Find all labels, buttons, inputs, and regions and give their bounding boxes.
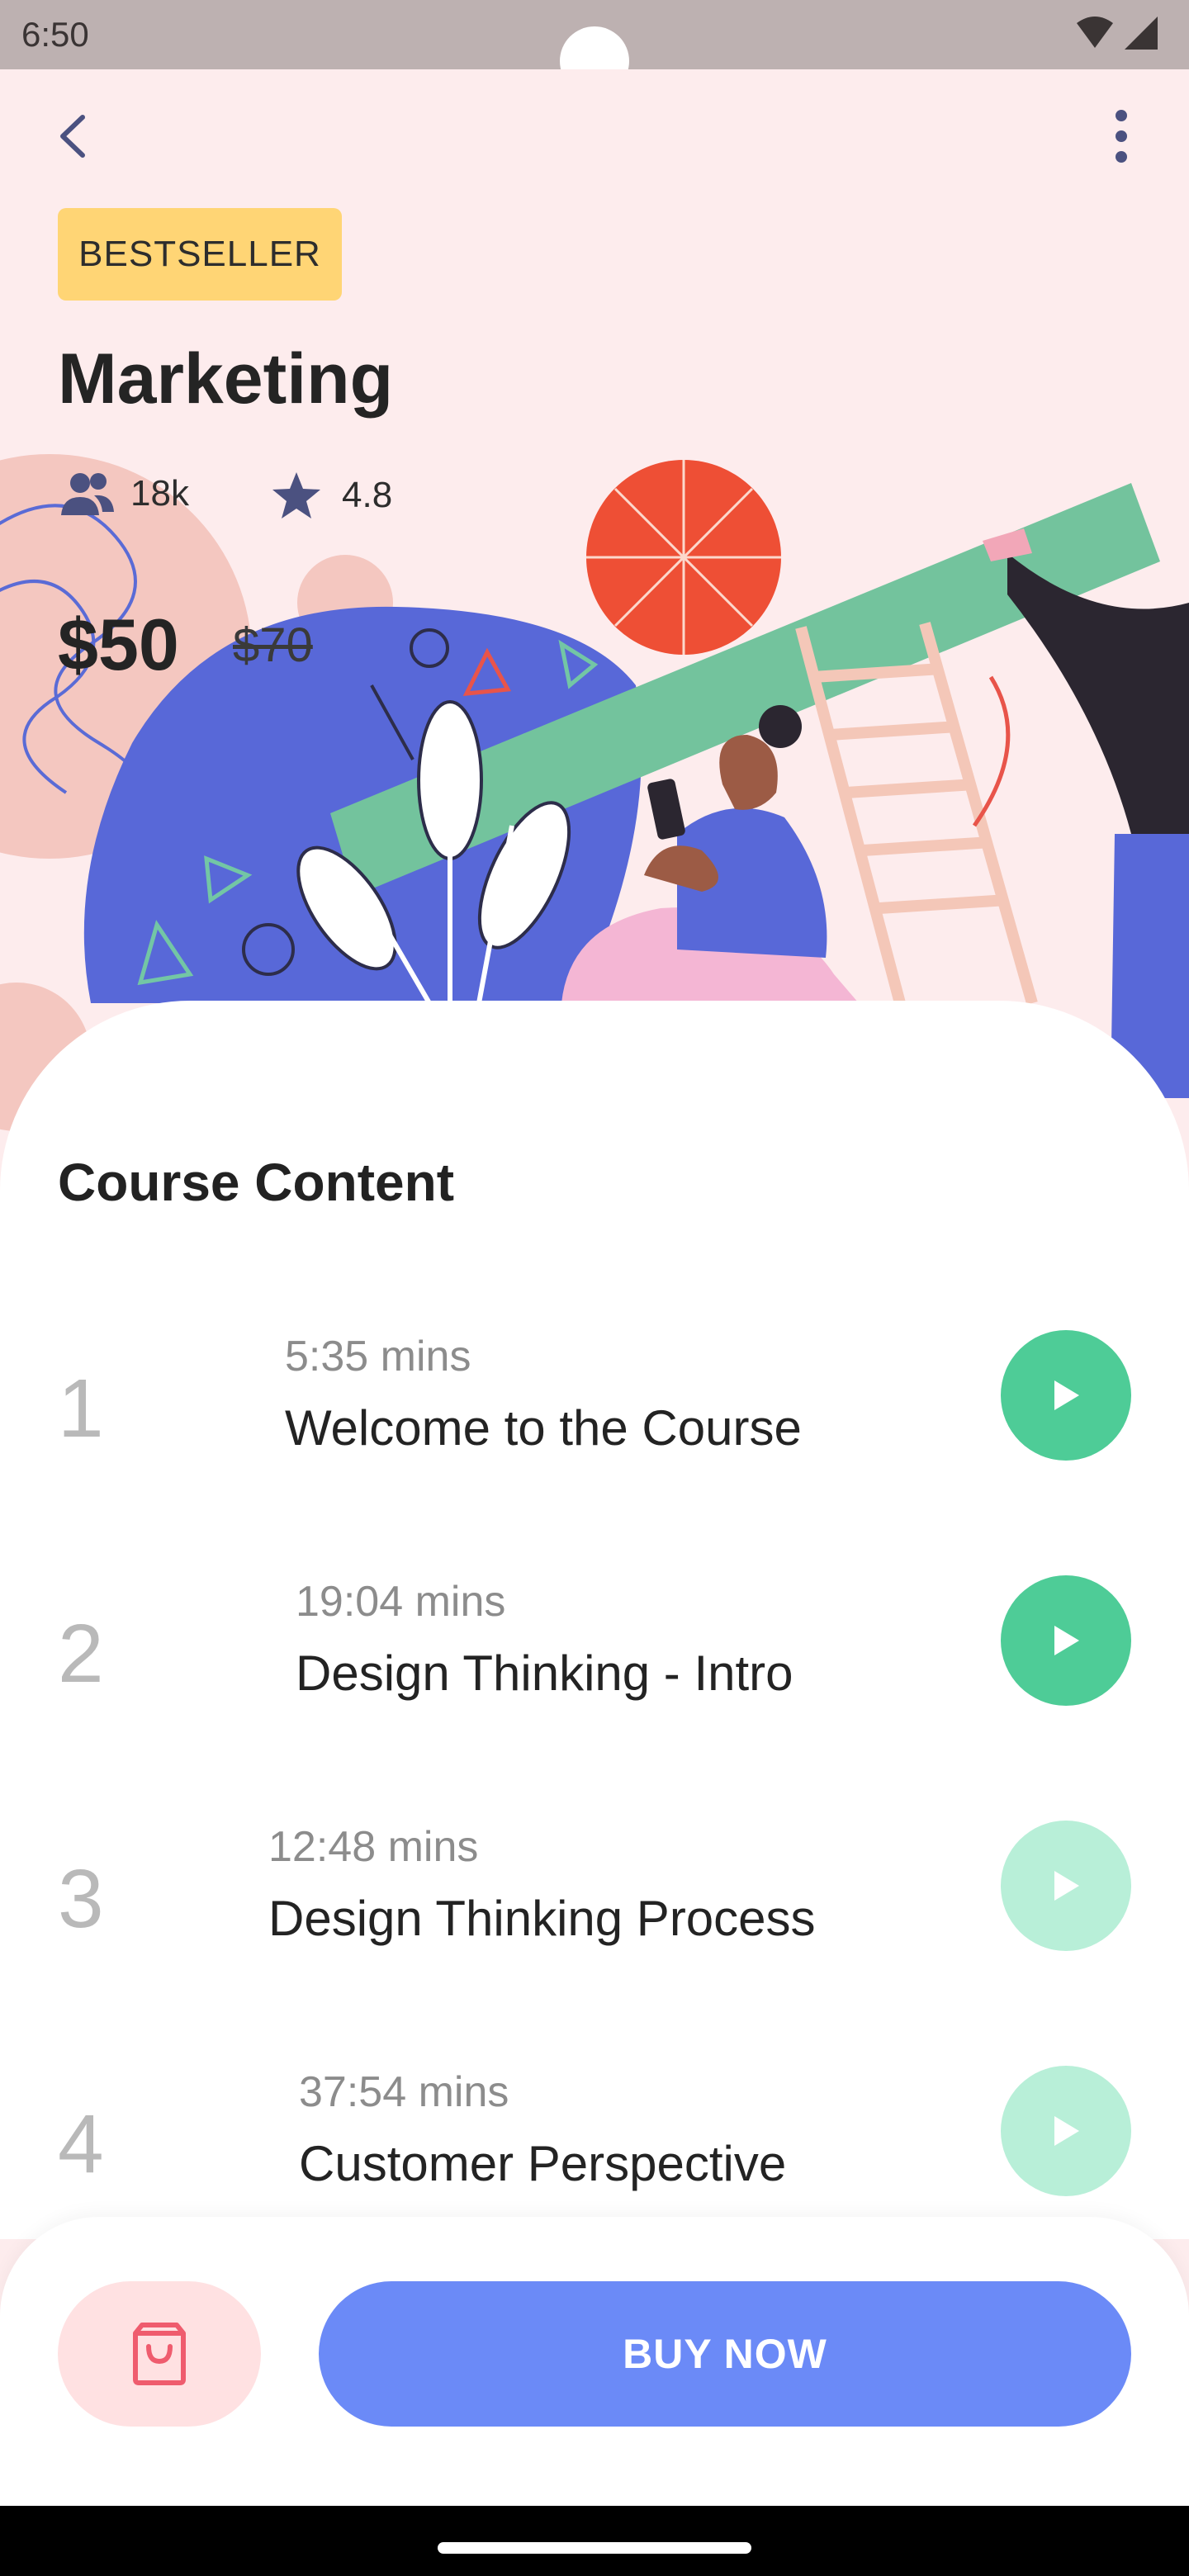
course-title: Marketing <box>58 339 394 419</box>
lesson-duration: 12:48 mins <box>268 1823 479 1871</box>
rating-value: 4.8 <box>342 475 393 515</box>
lesson-duration: 19:04 mins <box>296 1578 506 1626</box>
more-options-button[interactable] <box>1106 107 1136 165</box>
lesson-title: Design Thinking - Intro <box>296 1646 793 1701</box>
play-icon <box>1054 1380 1079 1410</box>
section-title: Course Content <box>58 1153 454 1212</box>
play-button-locked[interactable] <box>1001 1821 1131 1951</box>
lesson-row[interactable]: 2 19:04 mins Design Thinking - Intro <box>0 1569 1189 1717</box>
home-indicator[interactable] <box>438 2542 751 2554</box>
play-icon <box>1054 2116 1079 2146</box>
buy-now-button[interactable]: BUY NOW <box>319 2281 1131 2427</box>
wifi-icon <box>1077 17 1113 48</box>
status-icons <box>1075 15 1159 51</box>
rating-stat: 4.8 <box>271 471 392 520</box>
lesson-duration: 37:54 mins <box>299 2068 509 2116</box>
students-stat: 18k <box>61 471 189 517</box>
lesson-title: Customer Perspective <box>299 2136 787 2191</box>
system-nav-bar <box>0 2506 1189 2576</box>
play-icon <box>1054 1871 1079 1901</box>
more-vertical-icon <box>1116 110 1127 163</box>
lesson-number: 4 <box>58 2098 104 2190</box>
cart-button[interactable] <box>58 2281 261 2427</box>
star-icon <box>272 472 320 519</box>
status-time: 6:50 <box>21 15 89 54</box>
lesson-duration: 5:35 mins <box>285 1333 471 1380</box>
shopping-bag-icon <box>133 2323 186 2385</box>
course-price: $50 <box>58 604 179 685</box>
lesson-number: 3 <box>58 1853 104 1945</box>
back-button[interactable] <box>50 107 96 165</box>
lesson-number: 2 <box>58 1608 104 1700</box>
students-count: 18k <box>130 473 189 514</box>
play-button-locked[interactable] <box>1001 2066 1131 2196</box>
original-price: $70 <box>233 618 313 672</box>
play-button[interactable] <box>1001 1575 1131 1706</box>
lesson-row[interactable]: 4 37:54 mins Customer Perspective <box>0 2059 1189 2208</box>
play-icon <box>1054 1626 1079 1655</box>
play-button[interactable] <box>1001 1330 1131 1461</box>
people-icon <box>61 473 114 515</box>
lesson-row[interactable]: 3 12:48 mins Design Thinking Process <box>0 1814 1189 1963</box>
lesson-row[interactable]: 1 5:35 mins Welcome to the Course <box>0 1324 1189 1472</box>
signal-icon <box>1125 17 1158 50</box>
lesson-number: 1 <box>58 1362 104 1455</box>
bestseller-badge: BESTSELLER <box>58 208 342 301</box>
lesson-title: Design Thinking Process <box>268 1891 816 1946</box>
chevron-left-icon <box>60 115 85 158</box>
lesson-title: Welcome to the Course <box>285 1400 802 1456</box>
